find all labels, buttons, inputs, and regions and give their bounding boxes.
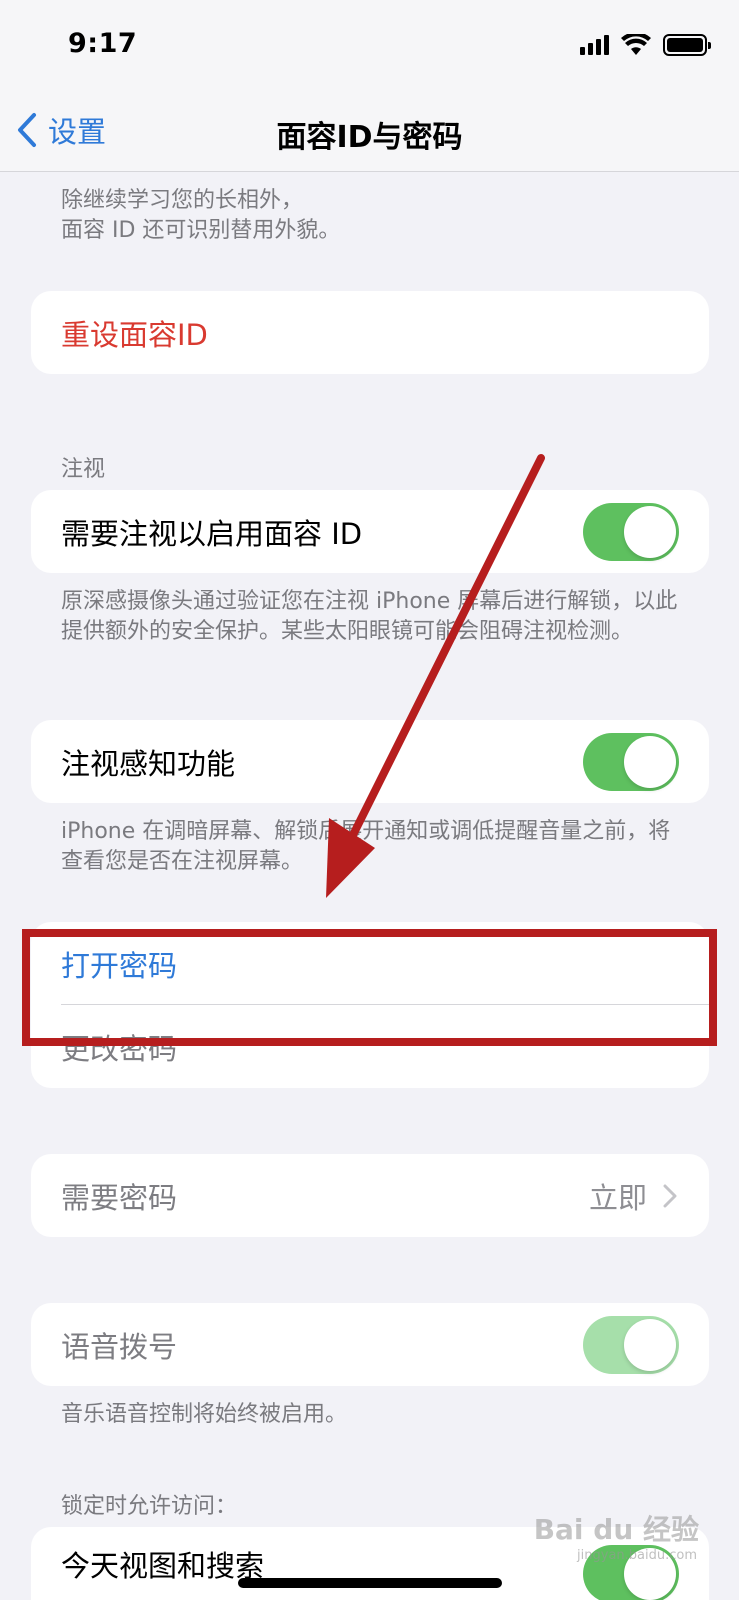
voice-dial-row: 语音拨号 bbox=[31, 1303, 709, 1386]
require-attention-footer: 原深感摄像头通过验证您在注视 iPhone 屏幕后进行解锁，以此提供额外的安全保… bbox=[61, 589, 678, 644]
status-icons bbox=[580, 32, 711, 58]
require-attention-label: 需要注视以启用面容 ID bbox=[61, 516, 363, 551]
page-title: 面容ID与密码 bbox=[276, 120, 463, 155]
require-passcode-label: 需要密码 bbox=[61, 1180, 178, 1215]
require-passcode-card: 需要密码 立即 bbox=[31, 1154, 709, 1237]
require-attention-card: 需要注视以启用面容 ID bbox=[31, 490, 709, 573]
attention-aware-row: 注视感知功能 bbox=[31, 720, 709, 803]
attention-aware-label: 注视感知功能 bbox=[61, 746, 236, 781]
status-bar: 9:17 bbox=[0, 0, 739, 90]
cellular-signal-icon bbox=[580, 35, 609, 55]
battery-icon bbox=[663, 34, 711, 56]
require-attention-toggle[interactable] bbox=[583, 503, 679, 561]
require-passcode-row[interactable]: 需要密码 立即 bbox=[31, 1154, 709, 1237]
attention-aware-card: 注视感知功能 bbox=[31, 720, 709, 803]
voice-dial-card: 语音拨号 bbox=[31, 1303, 709, 1386]
today-view-search-label: 今天视图和搜索 bbox=[61, 1549, 265, 1583]
watermark-url: jingyan.baidu.com bbox=[577, 1548, 697, 1563]
voice-dial-toggle[interactable] bbox=[583, 1316, 679, 1374]
watermark-logo: Bai du 经验 bbox=[533, 1513, 699, 1546]
annotation-highlight-box bbox=[22, 929, 717, 1046]
reset-face-id-card: 重设面容ID bbox=[31, 291, 709, 374]
wifi-icon bbox=[621, 34, 651, 55]
reset-face-id-button[interactable]: 重设面容ID bbox=[31, 291, 709, 374]
navigation-bar: 设置 面容ID与密码 bbox=[0, 90, 739, 172]
require-attention-row: 需要注视以启用面容 ID bbox=[31, 490, 709, 573]
attention-aware-footer: iPhone 在调暗屏幕、解锁后展开通知或调低提醒音量之前，将查看您是否在注视屏… bbox=[61, 819, 671, 874]
voice-dial-footer: 音乐语音控制将始终被启用。 bbox=[61, 1402, 348, 1427]
attention-aware-toggle[interactable] bbox=[583, 733, 679, 791]
attention-section-header: 注视 bbox=[61, 457, 106, 482]
require-passcode-value: 立即 bbox=[588, 1180, 647, 1215]
locked-access-section-header: 锁定时允许访问： bbox=[61, 1494, 238, 1519]
home-indicator[interactable] bbox=[238, 1578, 502, 1588]
chevron-right-icon bbox=[663, 1184, 677, 1207]
reset-face-id-label: 重设面容ID bbox=[61, 317, 208, 352]
face-id-intro-footer: 除继续学习您的长相外， 面容 ID 还可识别替用外貌。 bbox=[61, 188, 341, 243]
status-time: 9:17 bbox=[68, 28, 138, 59]
voice-dial-label: 语音拨号 bbox=[61, 1329, 178, 1364]
